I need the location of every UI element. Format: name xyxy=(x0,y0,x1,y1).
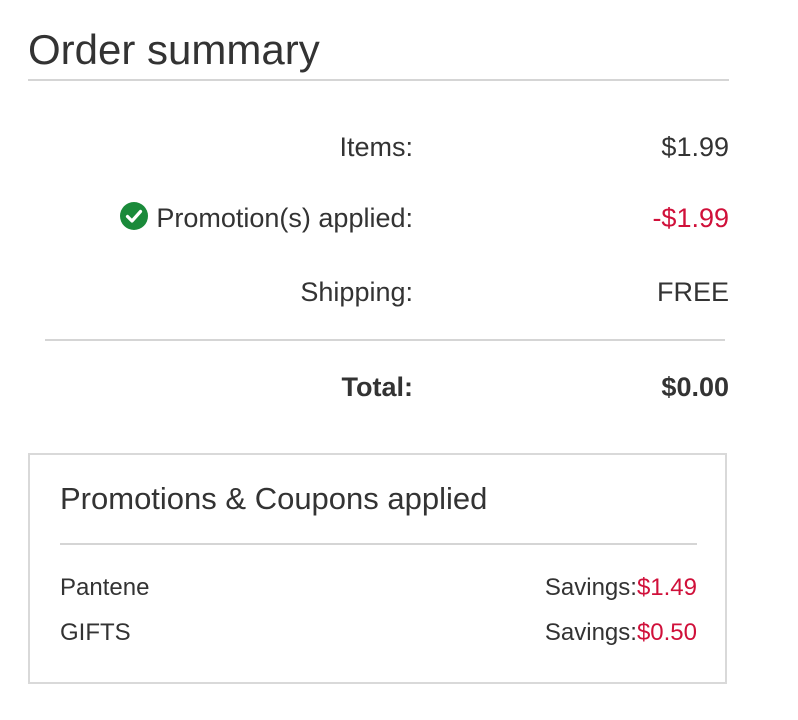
promotions-title: Promotions & Coupons applied xyxy=(60,481,488,516)
promotion-savings: Savings:$0.50 xyxy=(545,616,697,650)
promotion-label-group: Promotion(s) applied: xyxy=(120,198,413,238)
total-divider xyxy=(45,339,725,341)
shipping-value: FREE xyxy=(656,277,729,307)
promotion-name: Pantene xyxy=(60,574,150,601)
promotions-panel: Promotions & Coupons applied Pantene Sav… xyxy=(28,453,727,684)
title-divider xyxy=(28,79,729,81)
shipping-row: Shipping: FREE xyxy=(0,272,729,312)
items-row: Items: $1.99 xyxy=(0,127,729,167)
savings-value: $1.49 xyxy=(636,574,697,601)
promotion-item: Pantene Savings:$1.49 xyxy=(60,571,697,605)
shipping-label: Shipping: xyxy=(300,277,413,307)
total-label: Total: xyxy=(341,372,413,402)
savings-label: Savings: xyxy=(544,574,637,601)
savings-value: $0.50 xyxy=(636,619,697,646)
items-value: $1.99 xyxy=(661,132,729,162)
promotion-row: Promotion(s) applied: -$1.99 xyxy=(0,198,729,238)
promotion-savings: Savings:$1.49 xyxy=(545,571,697,605)
promotion-label: Promotion(s) applied: xyxy=(156,203,413,233)
savings-label: Savings: xyxy=(544,619,637,646)
check-circle-icon xyxy=(120,202,149,230)
promotion-item: GIFTS Savings:$0.50 xyxy=(60,616,697,650)
items-label: Items: xyxy=(339,132,413,162)
page-title: Order summary xyxy=(28,26,320,73)
total-value: $0.00 xyxy=(661,372,729,402)
promotion-value: -$1.99 xyxy=(652,203,729,233)
promotions-divider xyxy=(60,543,697,545)
total-row: Total: $0.00 xyxy=(0,367,729,407)
promotion-name: GIFTS xyxy=(60,619,131,646)
